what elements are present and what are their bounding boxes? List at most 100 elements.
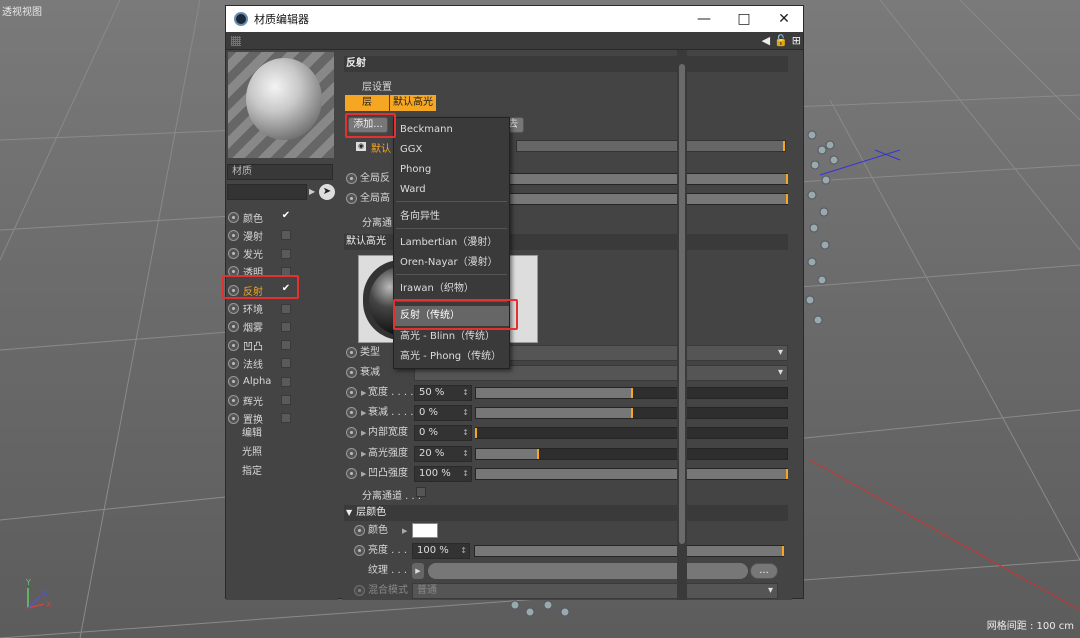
material-name-field[interactable]: 材质 <box>227 164 333 180</box>
channel-checkbox[interactable] <box>281 321 291 332</box>
animate-radio[interactable] <box>346 447 357 459</box>
scrollbar[interactable] <box>677 50 687 600</box>
layer-opacity-bar[interactable] <box>516 140 786 152</box>
channel-item[interactable]: Alpha <box>228 373 336 391</box>
channel-checkbox[interactable]: ✔ <box>281 211 291 222</box>
maximize-button[interactable]: □ <box>724 6 764 32</box>
channel-radio[interactable] <box>228 303 239 314</box>
menu-item[interactable]: Beckmann <box>394 120 509 140</box>
animate-radio[interactable] <box>346 367 357 378</box>
spec-param-slider[interactable] <box>475 387 788 399</box>
grip-icon[interactable] <box>231 36 241 46</box>
expand-arrow-icon[interactable]: ▶ <box>402 523 407 539</box>
expand-arrow-icon[interactable]: ▶ <box>361 446 366 462</box>
separate-pass-checkbox[interactable] <box>416 487 426 497</box>
sidebar-item-assign[interactable]: 指定 <box>242 463 262 481</box>
animate-radio[interactable] <box>354 545 365 556</box>
picker-icon[interactable]: ➤ <box>319 184 335 200</box>
channel-item[interactable]: 法线 <box>228 354 336 372</box>
animate-radio[interactable] <box>346 467 357 479</box>
animate-radio[interactable] <box>354 585 365 596</box>
spec-param-field[interactable]: 100 % <box>414 465 472 482</box>
menu-item[interactable]: Lambertian（漫射） <box>394 233 509 253</box>
menu-item[interactable]: 高光 - Phong（传统） <box>394 347 509 367</box>
expand-arrow-icon[interactable]: ▶ <box>361 425 366 441</box>
channel-radio[interactable] <box>228 321 239 333</box>
menu-item[interactable]: Phong <box>394 160 509 180</box>
material-preview[interactable] <box>228 52 334 158</box>
channel-checkbox[interactable] <box>281 230 291 241</box>
sidebar-item-illumination[interactable]: 光照 <box>242 444 262 462</box>
spec-param-field[interactable]: 20 % <box>414 445 472 462</box>
menu-item[interactable]: GGX <box>394 140 509 160</box>
blend-mode-dropdown[interactable]: 普通 <box>412 583 778 599</box>
channel-radio[interactable] <box>228 248 239 260</box>
channel-checkbox[interactable] <box>281 413 291 424</box>
brightness-slider[interactable] <box>474 545 784 557</box>
eye-icon[interactable]: ◉ <box>356 142 366 151</box>
channel-item[interactable]: 凹凸 <box>228 336 336 354</box>
channel-item[interactable]: 烟雾 <box>228 318 336 336</box>
spec-param-slider[interactable] <box>475 447 788 460</box>
arrow-right-icon[interactable]: ▶ <box>309 184 317 200</box>
channel-radio[interactable] <box>228 376 239 388</box>
menu-item[interactable]: Ward <box>394 180 509 200</box>
channel-item[interactable]: 颜色 ✔ <box>228 208 336 226</box>
brightness-field[interactable]: 100 % <box>412 543 470 559</box>
channel-radio[interactable] <box>228 211 239 223</box>
texture-arrow-icon[interactable]: ▶ <box>412 563 424 579</box>
animate-radio[interactable] <box>346 407 357 419</box>
lock-icon[interactable]: 🔓 <box>774 34 788 47</box>
tab-layer[interactable]: 层 <box>345 95 389 111</box>
channel-checkbox[interactable] <box>281 358 291 369</box>
expand-arrow-icon[interactable]: ▶ <box>361 385 366 401</box>
texture-browse-button[interactable]: ... <box>750 563 778 579</box>
global-reflection-bar[interactable] <box>506 173 788 185</box>
spec-param-slider[interactable] <box>475 407 788 420</box>
spec-param-field[interactable]: 0 % <box>414 405 472 422</box>
sidebar-item-edit[interactable]: 编辑 <box>242 425 262 443</box>
search-input[interactable] <box>227 184 307 200</box>
channel-radio[interactable] <box>228 229 239 241</box>
channel-item[interactable]: 辉光 <box>228 391 336 409</box>
texture-field[interactable] <box>428 563 748 579</box>
channel-checkbox[interactable] <box>281 340 291 351</box>
spec-param-slider[interactable] <box>475 467 788 480</box>
channel-radio[interactable] <box>228 412 239 424</box>
animate-radio[interactable] <box>346 347 357 358</box>
animate-radio[interactable] <box>346 427 357 439</box>
channel-checkbox[interactable] <box>281 395 291 405</box>
back-arrow-icon[interactable]: ◀ <box>762 34 770 47</box>
expand-arrow-icon[interactable]: ▶ <box>361 466 366 482</box>
new-window-icon[interactable]: ⊞ <box>792 34 801 47</box>
channel-checkbox[interactable] <box>281 376 291 387</box>
channel-checkbox[interactable] <box>281 303 291 314</box>
animate-radio[interactable] <box>354 525 365 536</box>
channel-item[interactable]: 发光 <box>228 245 336 263</box>
title-bar[interactable]: 材质编辑器 — □ ✕ <box>226 6 803 32</box>
menu-item[interactable]: 各向异性 <box>394 207 509 227</box>
spec-param-field[interactable]: 0 % <box>414 425 472 442</box>
global-specular-bar[interactable] <box>506 193 788 205</box>
animate-radio[interactable] <box>346 193 357 204</box>
channel-radio[interactable] <box>228 339 239 351</box>
menu-item[interactable]: Oren-Nayar（漫射） <box>394 253 509 273</box>
spec-param-slider[interactable] <box>475 427 788 440</box>
layer-color-header[interactable]: ▼ 层颜色 <box>344 505 788 521</box>
menu-item[interactable]: Irawan（织物） <box>394 279 509 299</box>
channel-radio[interactable] <box>228 394 239 406</box>
spec-param-field[interactable]: 50 % <box>414 385 472 401</box>
channel-radio[interactable] <box>228 357 239 369</box>
close-button[interactable]: ✕ <box>764 6 804 32</box>
tab-default-spec[interactable]: 默认高光 <box>390 95 436 111</box>
channel-item[interactable]: 环境 <box>228 300 336 318</box>
expand-arrow-icon[interactable]: ▶ <box>361 405 366 421</box>
channel-checkbox[interactable] <box>281 248 291 259</box>
menu-item[interactable]: 高光 - Blinn（传统） <box>394 327 509 347</box>
minimize-button[interactable]: — <box>684 6 724 32</box>
animate-radio[interactable] <box>346 173 357 184</box>
color-swatch[interactable] <box>412 523 438 538</box>
scrollbar-thumb[interactable] <box>679 64 685 544</box>
animate-radio[interactable] <box>346 387 357 398</box>
channel-item[interactable]: 漫射 <box>228 226 336 244</box>
